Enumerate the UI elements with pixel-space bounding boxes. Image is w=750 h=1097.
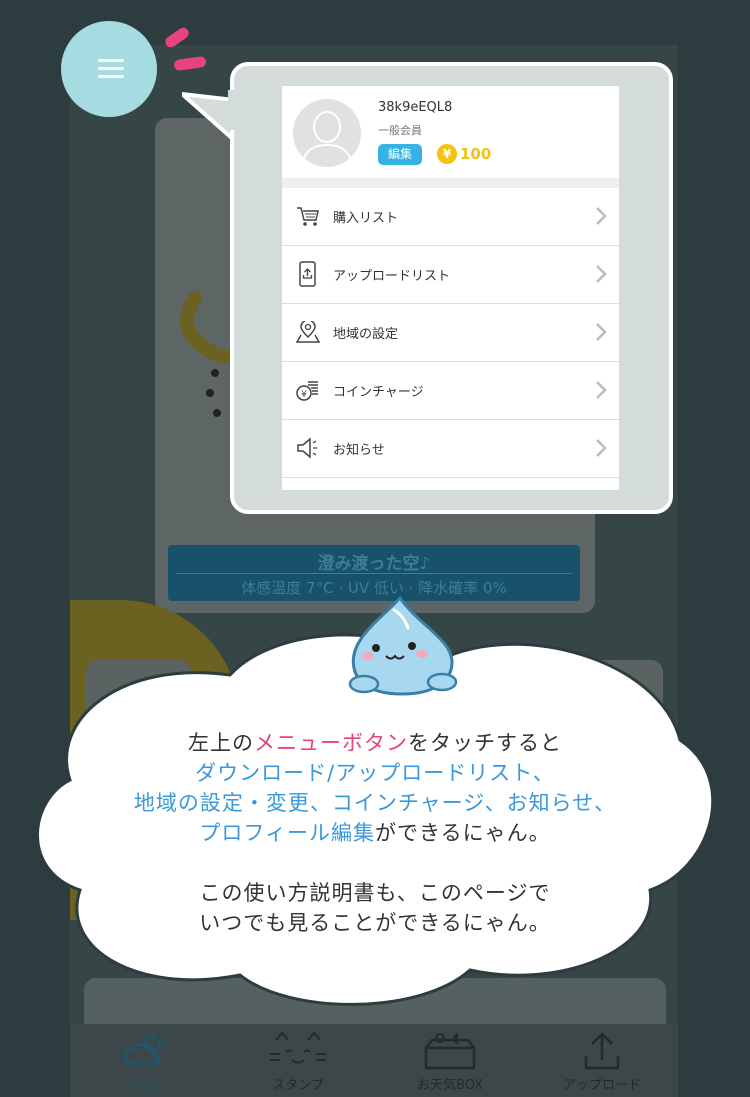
tab-weather[interactable]: 天気 — [70, 1024, 222, 1097]
phone-upload-icon — [299, 261, 316, 287]
username: 38k9eEQL8 — [378, 100, 453, 115]
menu-item-region-settings[interactable]: 地域の設定 — [282, 304, 619, 362]
menu-item-coin-charge[interactable]: ¥ コインチャージ — [282, 362, 619, 420]
menu-item-notices[interactable]: お知らせ — [282, 420, 619, 478]
section-divider — [282, 178, 619, 188]
chevron-right-icon — [596, 439, 607, 457]
menu-button[interactable] — [61, 21, 157, 117]
instruction-line: 地域の設定・変更、コインチャージ、お知らせ、 — [133, 791, 617, 815]
banner-divider — [176, 573, 572, 574]
menu-item-purchase-list[interactable]: 購入リスト — [282, 188, 619, 246]
instruction-line: いつでも見ることができるにゃん。 — [199, 911, 551, 935]
text-segment: ができるにゃん。 — [375, 821, 551, 845]
coins-icon: ¥ — [296, 381, 318, 401]
member-type: 一般会員 — [378, 124, 422, 137]
coin-icon: ¥ — [437, 144, 457, 164]
tab-bar: 天気 スタンプ お天気BOX アップロード — [70, 1024, 678, 1097]
tab-upload[interactable]: アップロード — [526, 1024, 678, 1097]
cloud-sun-icon — [123, 1032, 167, 1066]
tab-stamp[interactable]: スタンプ — [222, 1024, 374, 1097]
menu-item-label: アップロードリスト — [333, 269, 451, 284]
highlight-menu-button: メニューボタン — [254, 731, 408, 755]
speaker-icon — [297, 437, 317, 459]
menu-item-label: 地域の設定 — [333, 327, 399, 342]
instruction-line: この使い方説明書も、このページで — [199, 881, 551, 905]
coin-balance: 100 — [460, 145, 492, 163]
upload-icon — [584, 1032, 620, 1070]
profile-section[interactable]: 38k9eEQL8 一般会員 編集 ¥ 100 — [282, 86, 619, 178]
menu-item-label: お知らせ — [333, 443, 385, 458]
tab-label: スタンプ — [272, 1078, 324, 1093]
tab-label: アップロード — [562, 1078, 641, 1093]
weather-description: 澄み渡った空♪ — [317, 554, 431, 574]
menu-item-label: コインチャージ — [333, 385, 424, 400]
location-pin-icon — [296, 321, 320, 343]
edit-profile-button[interactable]: 編集 — [378, 144, 422, 165]
highlight-profile-edit: プロフィール編集 — [199, 821, 375, 845]
bubble-tail-joint — [228, 90, 238, 130]
side-menu-panel: 38k9eEQL8 一般会員 編集 ¥ 100 購入リスト アップロードリスト … — [282, 86, 619, 490]
menu-item-upload-list[interactable]: アップロードリスト — [282, 246, 619, 304]
water-drop-mascot — [348, 595, 458, 696]
instruction-line: ダウンロード/アップロードリスト、 — [195, 761, 555, 785]
chevron-right-icon — [596, 381, 607, 399]
instruction-text: 左上のメニューボタンをタッチすると ダウンロード/アップロードリスト、 地域の設… — [90, 728, 660, 938]
avatar — [293, 99, 361, 167]
text-segment: 左上の — [188, 731, 254, 755]
cat-face-icon — [270, 1031, 326, 1064]
chevron-right-icon — [596, 207, 607, 225]
user-silhouette-icon — [302, 111, 352, 162]
tab-label: お天気BOX — [417, 1078, 483, 1093]
instruction-line: 左上のメニューボタンをタッチすると — [90, 728, 660, 758]
text-segment: をタッチすると — [408, 731, 562, 755]
chevron-right-icon — [596, 265, 607, 283]
weather-box-icon — [424, 1033, 476, 1070]
tab-weather-box[interactable]: お天気BOX — [374, 1024, 526, 1097]
svg-text:¥: ¥ — [301, 390, 307, 400]
cart-icon — [297, 207, 319, 226]
tab-label: 天気 — [132, 1078, 159, 1093]
instruction-line: プロフィール編集ができるにゃん。 — [90, 818, 660, 848]
chevron-right-icon — [596, 323, 607, 341]
menu-item-label: 購入リスト — [333, 211, 399, 226]
